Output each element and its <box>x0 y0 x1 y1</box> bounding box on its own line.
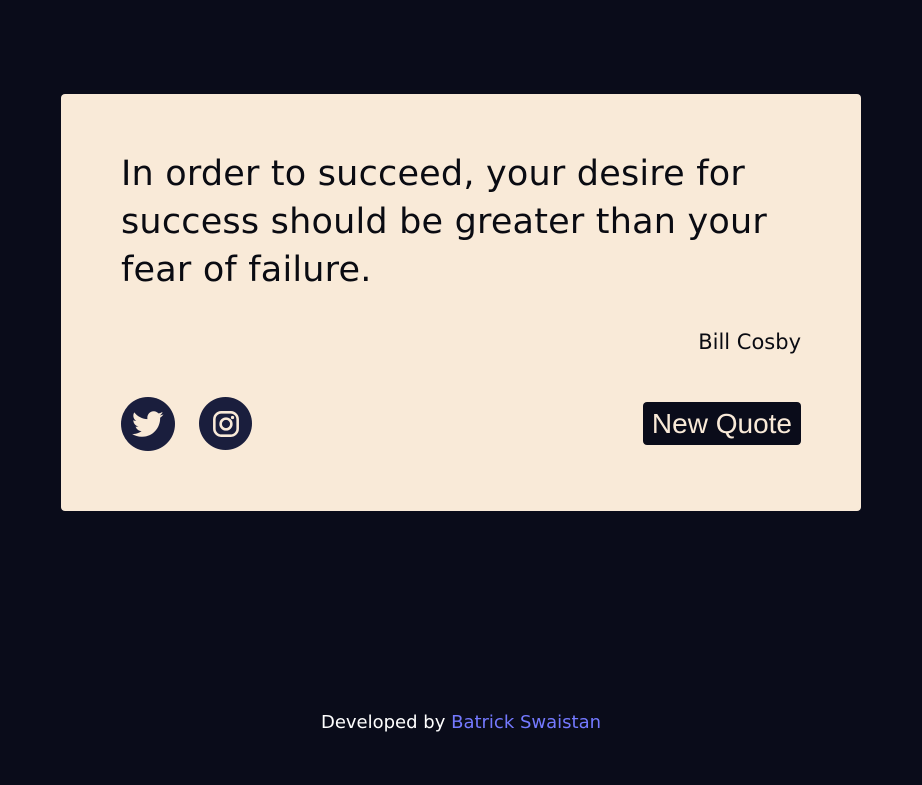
twitter-share-button[interactable] <box>121 397 175 451</box>
quote-author: Bill Cosby <box>698 330 801 354</box>
footer: Developed by Batrick Swaistan <box>0 710 922 736</box>
new-quote-button[interactable]: New Quote <box>642 402 801 445</box>
footer-prefix: Developed by <box>320 712 446 733</box>
quote-card: In order to succeed, your desire for suc… <box>61 94 861 511</box>
twitter-icon <box>132 410 164 438</box>
author-link[interactable]: Batrick Swaistan <box>451 712 601 733</box>
page: In order to succeed, your desire for suc… <box>0 0 922 785</box>
quote-text: In order to succeed, your desire for suc… <box>121 154 767 290</box>
instagram-share-button[interactable] <box>199 397 252 450</box>
instagram-icon <box>212 410 240 438</box>
